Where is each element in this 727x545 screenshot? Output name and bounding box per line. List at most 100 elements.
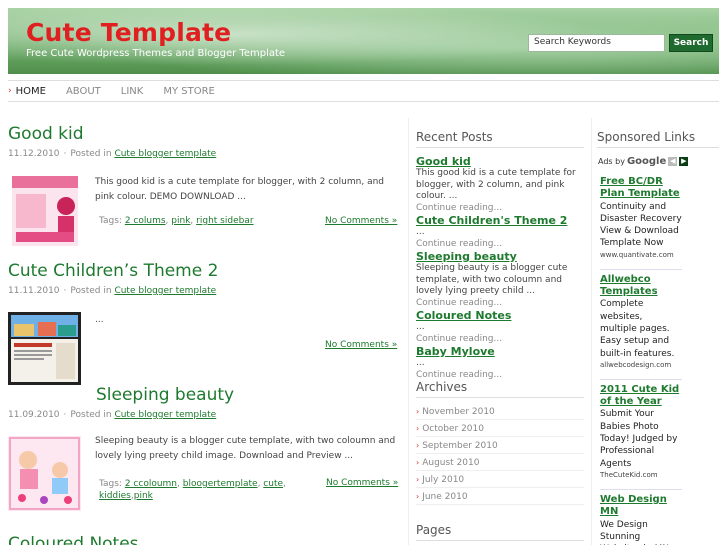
archive-link[interactable]: September 2010: [422, 441, 498, 451]
post-title[interactable]: Coloured Notes: [8, 534, 403, 545]
comments-link[interactable]: No Comments »: [325, 216, 397, 226]
ad-unit: Free BC/DR Plan Template Continuity and …: [600, 176, 682, 260]
google-logo: Google: [626, 156, 667, 167]
recent-post-excerpt: ...: [416, 322, 425, 332]
chevron-right-icon: ›: [416, 475, 420, 484]
post-thumbnail-childrens-theme[interactable]: [8, 312, 81, 385]
ad-text: Submit Your Babies Photo Today! Judged b…: [600, 409, 678, 469]
nav-item-my-store[interactable]: MY STORE: [153, 86, 225, 97]
tags-label: Tags:: [99, 479, 122, 489]
posted-in-label: Posted in: [70, 149, 112, 159]
post-title[interactable]: Good kid: [8, 124, 403, 144]
archive-item[interactable]: › October 2010: [416, 420, 584, 437]
post-excerpt: Sleeping beauty is a blogger cute templa…: [95, 436, 396, 461]
posted-in-label: Posted in: [70, 286, 112, 296]
post-meta: 11.09.2010 · Posted in Cute blogger templa…: [8, 410, 217, 420]
post-date: 11.12.2010: [8, 149, 60, 159]
continue-reading-link[interactable]: Continue reading...: [416, 203, 584, 215]
recent-post-item: Cute Children's Theme 2 ... Continue rea…: [416, 214, 584, 250]
tag-link[interactable]: 2 colums: [125, 216, 166, 226]
post-category-link[interactable]: Cute blogger template: [114, 410, 216, 420]
post-thumbnail-good-kid[interactable]: [12, 176, 78, 246]
post-category-link[interactable]: Cute blogger template: [114, 149, 216, 159]
chevron-right-icon: ›: [416, 441, 420, 450]
recent-post-title[interactable]: Baby Mylove: [416, 345, 584, 358]
post-title[interactable]: Cute Children’s Theme 2: [8, 261, 403, 281]
archive-link[interactable]: August 2010: [422, 458, 479, 468]
ad-title-link[interactable]: 2011 Cute Kid of the Year: [600, 384, 682, 409]
tag-link[interactable]: kiddies: [99, 491, 131, 501]
header-banner: Cute Template Free Cute Wordpress Themes…: [8, 8, 719, 74]
tag-link[interactable]: bloogertemplate: [183, 479, 258, 489]
chevron-right-icon[interactable]: ▶: [679, 157, 689, 166]
nav-item-home[interactable]: › HOME: [8, 86, 56, 97]
post-tags: Tags: 2 colums, pink, right sidebar: [99, 216, 254, 226]
recent-post-excerpt: ...: [416, 358, 425, 368]
search-input[interactable]: Search Keywords: [528, 34, 665, 52]
site-tagline: Free Cute Wordpress Themes and Blogger T…: [26, 48, 286, 59]
ad-unit: Allwebco Templates Complete websites, mu…: [600, 274, 682, 370]
comments-link[interactable]: No Comments »: [325, 340, 397, 350]
ad-url[interactable]: www.quantivate.com: [600, 250, 682, 260]
archive-item[interactable]: › September 2010: [416, 437, 584, 454]
ads-by-google[interactable]: Ads by Google ◀ ▶: [598, 156, 689, 167]
chevron-right-icon: ›: [416, 407, 420, 416]
recent-post-excerpt: ...: [416, 227, 425, 237]
recent-post-title[interactable]: Good kid: [416, 155, 584, 168]
tag-link[interactable]: pink: [171, 216, 190, 226]
ad-unit: Web Design MN We Design Stunning Website…: [600, 494, 682, 545]
recent-post-item: Baby Mylove ... Continue reading...: [416, 345, 584, 381]
continue-reading-link[interactable]: Continue reading...: [416, 298, 584, 310]
tags-label: Tags:: [99, 216, 122, 226]
tag-link[interactable]: pink: [134, 491, 153, 501]
nav-item-link[interactable]: LINK: [111, 86, 154, 97]
ad-text: Continuity and Disaster Recovery View & …: [600, 201, 682, 249]
archive-item[interactable]: › June 2010: [416, 488, 584, 505]
continue-reading-link[interactable]: Continue reading...: [416, 334, 584, 346]
archive-item[interactable]: › August 2010: [416, 454, 584, 471]
chevron-right-icon: ›: [416, 458, 420, 467]
ad-url[interactable]: allwebcodesign.com: [600, 360, 682, 370]
post-coloured-notes: Coloured Notes: [8, 534, 403, 545]
tag-link[interactable]: cute: [263, 479, 283, 489]
column-divider: [591, 118, 592, 545]
column-divider: [408, 118, 409, 545]
main-nav: › HOME ABOUT LINK MY STORE: [8, 80, 719, 102]
archive-link[interactable]: July 2010: [422, 475, 464, 485]
continue-reading-link[interactable]: Continue reading...: [416, 239, 584, 251]
recent-post-title[interactable]: Sleeping beauty: [416, 250, 584, 263]
archive-link[interactable]: October 2010: [422, 424, 484, 434]
recent-post-title[interactable]: Cute Children's Theme 2: [416, 214, 584, 227]
archives-heading: Archives: [416, 380, 584, 398]
post-thumbnail-sleeping-beauty[interactable]: [8, 436, 81, 511]
archive-item[interactable]: › July 2010: [416, 471, 584, 488]
recent-post-title[interactable]: Coloured Notes: [416, 309, 584, 322]
post-meta: 11.11.2010 · Posted in Cute blogger templa…: [8, 286, 217, 296]
ad-title-link[interactable]: Allwebco Templates: [600, 274, 682, 299]
ad-title-link[interactable]: Web Design MN: [600, 494, 682, 519]
tag-link[interactable]: 2 ccoloumn: [125, 479, 177, 489]
nav-item-label: HOME: [15, 85, 46, 97]
archive-link[interactable]: June 2010: [422, 492, 467, 502]
post-title[interactable]: Sleeping beauty: [96, 385, 403, 405]
ad-title-link[interactable]: Free BC/DR Plan Template: [600, 176, 682, 201]
comments-link[interactable]: No Comments »: [326, 478, 398, 488]
nav-item-about[interactable]: ABOUT: [56, 86, 111, 97]
recent-post-item: Sleeping beauty Sleeping beauty is a blo…: [416, 250, 584, 309]
post-tags: Tags: 2 ccoloumn, bloogertemplate, cute,…: [99, 479, 286, 501]
post-excerpt: This good kid is a cute template for blo…: [95, 177, 384, 202]
archive-item[interactable]: › November 2010: [416, 403, 584, 420]
tag-link[interactable]: right sidebar: [196, 216, 253, 226]
search-button[interactable]: Search: [669, 34, 713, 52]
post-date: 11.11.2010: [8, 286, 60, 296]
post-category-link[interactable]: Cute blogger template: [114, 286, 216, 296]
ad-url[interactable]: TheCuteKid.com: [600, 470, 682, 480]
chevron-right-icon: ›: [416, 424, 420, 433]
archive-link[interactable]: November 2010: [422, 407, 495, 417]
sponsored-ads-list: Free BC/DR Plan Template Continuity and …: [600, 176, 682, 545]
recent-post-item: Coloured Notes ... Continue reading...: [416, 309, 584, 345]
site-title[interactable]: Cute Template: [26, 18, 231, 47]
post-meta: 11.12.2010 · Posted in Cute blogger templa…: [8, 149, 217, 159]
ads-by-label: Ads by: [598, 157, 625, 166]
chevron-left-icon[interactable]: ◀: [668, 157, 678, 166]
